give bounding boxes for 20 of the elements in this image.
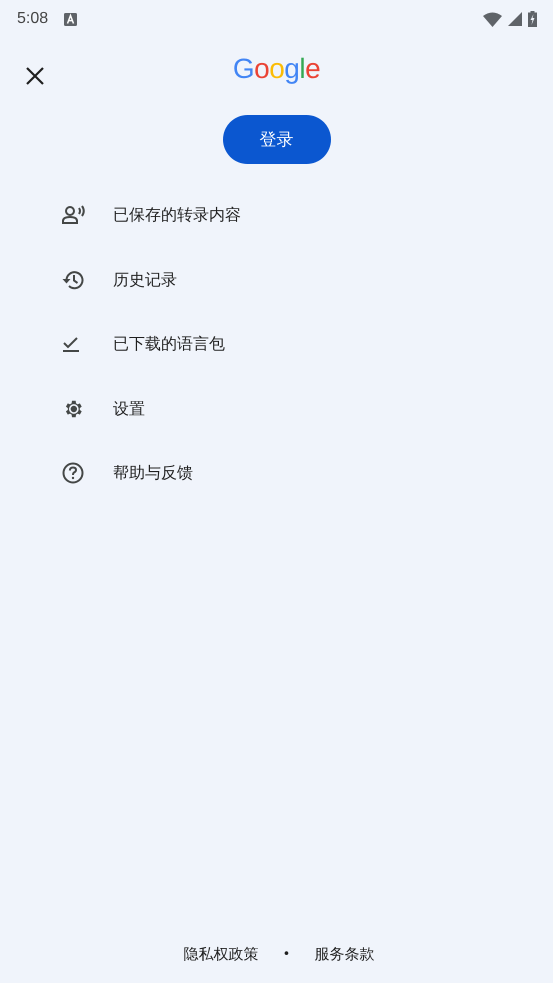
history-icon <box>62 270 84 290</box>
signal-icon <box>508 12 522 26</box>
menu-item[interactable]: 历史记录 <box>0 248 553 312</box>
google-logo: Google <box>232 53 320 85</box>
menu-item[interactable]: 设置 <box>0 376 553 441</box>
menu-item[interactable]: 已保存的转录内容 <box>0 183 553 248</box>
battery-icon <box>528 11 537 27</box>
separator-dot: • <box>282 947 290 962</box>
privacy-policy-link[interactable]: 隐私权政策 <box>184 945 259 964</box>
menu-item[interactable]: 已下载的语言包 <box>0 312 553 376</box>
status-time: 5:08 <box>17 10 48 28</box>
checkmark-icon <box>62 336 80 352</box>
person-speaking-icon <box>62 205 86 226</box>
menu-item[interactable]: 帮助与反馈 <box>0 441 553 506</box>
terms-of-service-link[interactable]: 服务条款 <box>314 945 374 964</box>
sign-in-button[interactable]: 登录 <box>222 115 330 164</box>
help-icon <box>62 462 84 484</box>
wifi-icon <box>483 12 502 26</box>
close-icon <box>26 67 44 85</box>
notification-icon <box>64 12 78 26</box>
